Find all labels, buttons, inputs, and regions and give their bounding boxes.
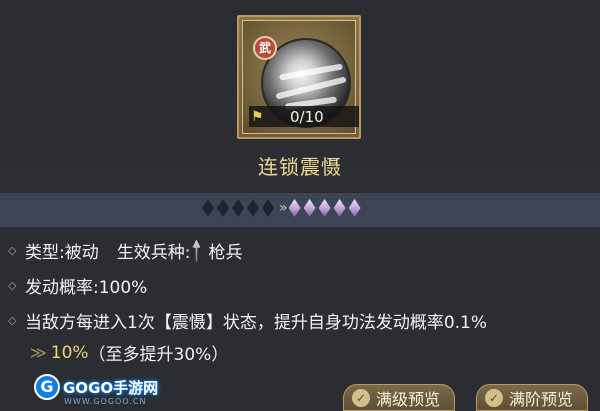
diamond-light-icon <box>348 199 361 217</box>
max-rank-label: 满阶预览 <box>509 389 574 409</box>
diamond-dark-icon <box>217 199 229 217</box>
diamond-light-icon <box>303 199 316 217</box>
rank-arrow-icon: » <box>279 200 287 216</box>
star-rank-row: » <box>202 199 364 217</box>
bullet-icon: ◇ <box>8 314 17 327</box>
skill-icon-frame[interactable]: 武 ⚑ 0/10 <box>237 15 361 139</box>
diamond-dark-icon <box>232 199 244 217</box>
spear-icon <box>192 239 201 262</box>
diamond-dark-icon <box>262 199 274 217</box>
troop-type: 枪兵 <box>208 243 243 263</box>
wu-badge-icon: 武 <box>253 36 277 60</box>
skill-icon-background: 武 ⚑ 0/10 <box>242 20 359 134</box>
max-rank-preview-button[interactable]: ✓ 满阶预览 <box>476 384 589 411</box>
rate-text: 发动概率:100% <box>25 278 148 298</box>
diamond-light-icon <box>288 199 301 217</box>
diamond-light-icon <box>333 199 346 217</box>
type-text: 类型:被动 <box>25 243 99 263</box>
upgrade-rate: 10% <box>50 342 89 363</box>
diamond-light-icon <box>318 199 331 217</box>
check-icon: ✓ <box>352 388 370 407</box>
bullet-icon: ◇ <box>8 279 17 292</box>
upgrade-arrow-icon: ≫ <box>30 343 47 362</box>
diamond-dark-icon <box>247 199 259 217</box>
skill-level-count: 0/10 <box>290 107 324 126</box>
skill-level-progress: ⚑ 0/10 <box>249 106 359 127</box>
troop-label: 生效兵种: <box>116 243 191 263</box>
flag-icon: ⚑ <box>251 108 264 125</box>
upgrade-limit: （至多提升30%） <box>88 345 229 365</box>
max-level-label: 满级预览 <box>376 389 441 409</box>
bullet-icon: ◇ <box>8 244 17 257</box>
rate-row: ◇ 发动概率:100% <box>8 273 147 298</box>
diamond-dark-icon <box>202 199 214 217</box>
type-row: ◇ 类型:被动 生效兵种: 枪兵 <box>8 238 242 263</box>
watermark-url: WWW.GOGOO.CN <box>64 397 147 406</box>
description-text: 当敌方每进入1次【震慑】状态，提升自身功法发动概率0.1% <box>25 313 488 333</box>
check-icon: ✓ <box>485 388 503 407</box>
skill-title: 连锁震慑 <box>258 155 342 179</box>
upgrade-row: ≫ 10% （至多提升30%） <box>30 340 229 366</box>
max-level-preview-button[interactable]: ✓ 满级预览 <box>343 384 456 411</box>
description-row: ◇ 当敌方每进入1次【震慑】状态，提升自身功法发动概率0.1% <box>8 308 487 333</box>
gogo-logo-icon: G <box>34 374 60 400</box>
watermark-text: GOGO手游网 <box>63 378 159 397</box>
